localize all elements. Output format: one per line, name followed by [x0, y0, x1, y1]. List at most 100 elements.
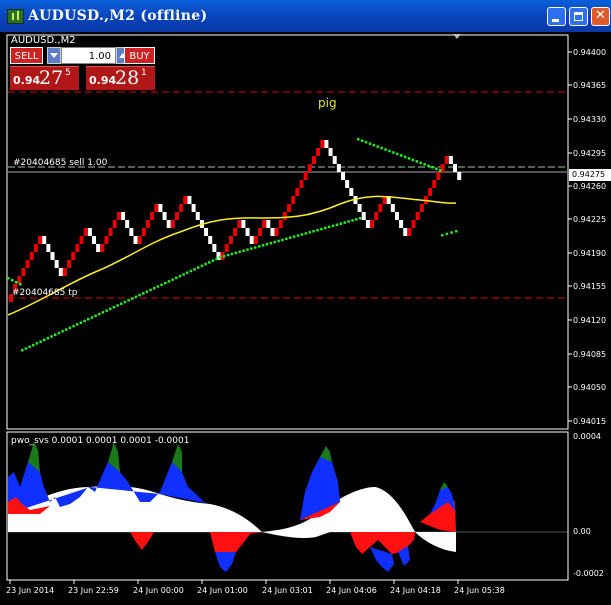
close-icon: ✕: [595, 8, 606, 23]
renko-brick: [112, 220, 117, 228]
chart-window[interactable]: AUDUSD.,M2 SELL 1.00 BUY 0.94 27 5 0.94 …: [0, 32, 611, 605]
title-bar[interactable]: AUDUSD.,M2 (offline) ✕: [0, 0, 611, 32]
buy-button[interactable]: BUY: [124, 47, 155, 64]
indicator-dot: [21, 349, 24, 352]
indicator-dot: [242, 249, 245, 252]
time-axis-label: 23 Jun 22:59: [68, 586, 119, 595]
indicator-dot: [134, 295, 138, 299]
indicator-dot: [246, 248, 249, 251]
buy-price-prefix: 0.94: [89, 74, 117, 87]
indicator-dot: [211, 259, 215, 262]
indicator-dot: [304, 232, 308, 235]
indicator-dot: [32, 343, 35, 347]
indicator-dot: [320, 227, 323, 231]
renko-brick: [191, 204, 196, 212]
renko-brick: [96, 244, 101, 252]
indicator-dot: [312, 230, 315, 233]
renko-brick: [17, 276, 22, 284]
indicator-dot: [384, 148, 387, 151]
indicator-dot: [39, 340, 42, 343]
indicator-white-area: [415, 532, 456, 552]
renko-brick: [411, 220, 416, 228]
indicator-dot: [109, 307, 112, 311]
renko-brick: [282, 212, 287, 220]
indicator-dot: [403, 155, 407, 159]
renko-brick: [204, 228, 209, 236]
indicator-dot: [123, 300, 127, 304]
time-axis-label: 24 Jun 04:06: [326, 586, 377, 595]
chart-canvas[interactable]: [0, 32, 611, 605]
renko-brick: [365, 220, 370, 228]
maximize-icon: [574, 12, 583, 21]
renko-brick: [361, 212, 366, 220]
chart-shift-marker-icon[interactable]: [453, 34, 461, 39]
indicator-axis-label: 0.0004: [573, 432, 601, 441]
renko-brick: [357, 204, 362, 212]
indicator-dot: [445, 232, 449, 236]
renko-brick: [249, 236, 254, 244]
indicator-dot: [357, 138, 360, 141]
renko-brick: [195, 212, 200, 220]
time-axis-label: 24 Jun 05:38: [454, 586, 505, 595]
maximize-button[interactable]: [569, 7, 588, 26]
indicator-dot: [54, 333, 57, 336]
time-axis-label: 24 Jun 01:00: [197, 586, 248, 595]
lot-decrease-button[interactable]: [47, 47, 61, 64]
buy-price-display[interactable]: 0.94 28 1: [86, 66, 155, 90]
indicator-dot: [300, 233, 304, 236]
indicator-dot: [145, 290, 149, 293]
renko-brick: [390, 204, 395, 212]
indicator-dot: [450, 231, 453, 234]
indicator-dot: [171, 278, 174, 281]
renko-brick: [137, 236, 142, 244]
renko-brick: [320, 140, 325, 148]
price-axis-label: 0.94225: [573, 215, 607, 224]
renko-brick: [332, 156, 337, 164]
renko-brick: [29, 252, 34, 260]
indicator-dot: [380, 146, 383, 150]
renko-brick: [46, 244, 51, 252]
renko-brick: [278, 220, 283, 228]
indicator-white-area: [262, 532, 330, 539]
chart-symbol-label: AUDUSD.,M2: [11, 35, 76, 46]
renko-brick: [166, 220, 171, 228]
indicator-dot: [61, 330, 64, 333]
indicator-dot: [376, 145, 380, 148]
renko-brick: [133, 236, 138, 244]
close-button[interactable]: ✕: [591, 7, 610, 26]
price-axis-label: 0.94120: [573, 316, 607, 325]
indicator-dot: [411, 158, 415, 162]
sell-price-display[interactable]: 0.94 27 5: [10, 66, 79, 90]
indicator-dot: [331, 224, 335, 228]
renko-brick: [79, 236, 84, 244]
indicator-dot: [175, 276, 178, 280]
indicator-dot: [285, 237, 288, 241]
minimize-button[interactable]: [547, 7, 566, 26]
renko-brick: [311, 156, 316, 164]
indicator-dot: [19, 283, 22, 286]
indicator-dot: [182, 273, 185, 276]
renko-brick: [158, 204, 163, 212]
renko-brick: [253, 236, 258, 244]
price-axis-label: 0.94155: [573, 282, 607, 291]
indicator-green-area: [320, 446, 448, 490]
indicator-dot: [149, 288, 152, 292]
indicator-dot: [65, 328, 68, 331]
indicator-dot: [72, 324, 75, 328]
indicator-dot: [392, 151, 395, 154]
indicator-dot: [50, 335, 53, 338]
indicator-green-area: [28, 442, 182, 472]
sell-price-prefix: 0.94: [13, 74, 41, 87]
renko-brick: [270, 228, 275, 236]
renko-brick: [25, 260, 30, 268]
indicator-dot: [257, 245, 261, 248]
renko-brick: [428, 188, 433, 196]
lot-size-input[interactable]: 1.00: [61, 47, 116, 64]
renko-brick: [141, 228, 146, 236]
indicator-dot: [79, 321, 83, 324]
renko-brick: [374, 212, 379, 220]
renko-brick: [262, 220, 267, 228]
renko-brick: [121, 212, 126, 220]
renko-brick: [453, 164, 458, 172]
sell-button[interactable]: SELL: [10, 47, 43, 64]
